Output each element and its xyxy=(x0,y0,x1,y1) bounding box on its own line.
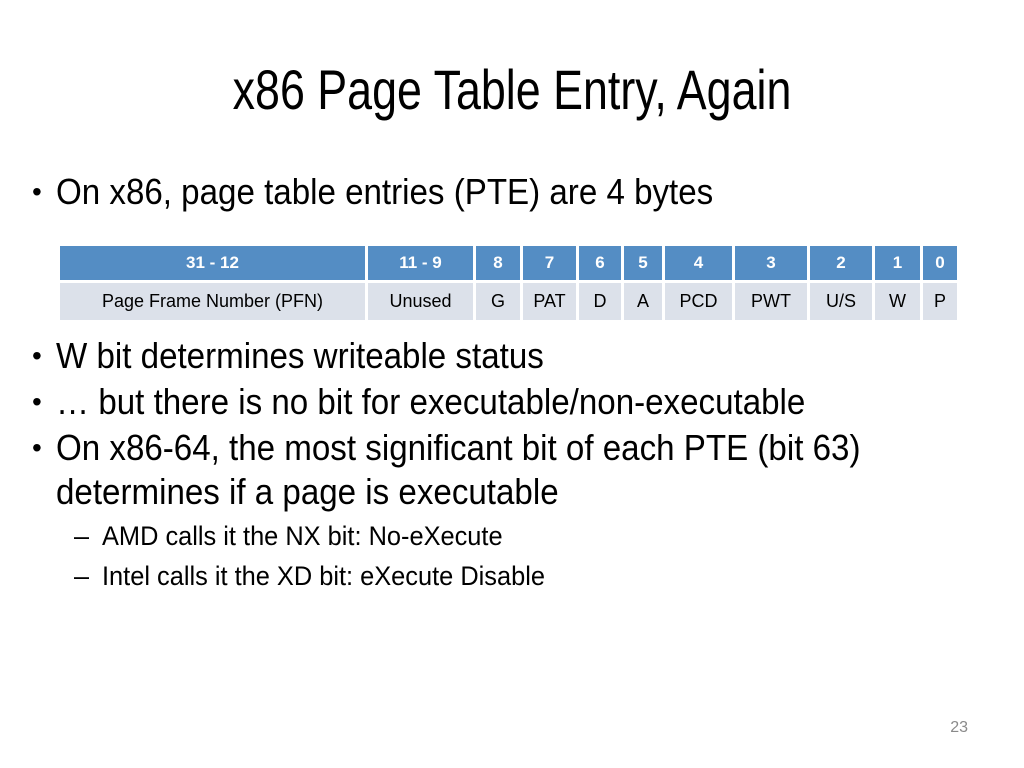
sub-bullet-item: – AMD calls it the NX bit: No-eXecute xyxy=(74,516,1011,556)
pte-field-name-cell: PCD xyxy=(665,283,732,320)
bullet-block-1: • On x86, page table entries (PTE) are 4… xyxy=(26,170,1011,214)
sub-bullet-text: AMD calls it the NX bit: No-eXecute xyxy=(102,521,503,551)
sub-bullet-item: – Intel calls it the XD bit: eXecute Dis… xyxy=(74,556,1011,596)
bullet-marker-icon: • xyxy=(32,386,42,417)
bullet-marker-icon: • xyxy=(32,340,42,371)
bullet-text: W bit determines writeable status xyxy=(56,335,544,376)
pte-bit-range-cell: 11 - 9 xyxy=(368,246,473,280)
pte-bit-range-cell: 3 xyxy=(735,246,807,280)
pte-bit-range-cell: 5 xyxy=(624,246,662,280)
pte-bit-range-cell: 31 - 12 xyxy=(60,246,365,280)
bullet-text: On x86-64, the most significant bit of e… xyxy=(56,427,861,512)
bullet-item: • … but there is no bit for executable/n… xyxy=(26,380,1011,424)
pte-bit-range-cell: 2 xyxy=(810,246,872,280)
pte-field-name-cell: A xyxy=(624,283,662,320)
pte-field-name-cell: Unused xyxy=(368,283,473,320)
dash-marker-icon: – xyxy=(74,521,90,551)
bullet-item: • On x86-64, the most significant bit of… xyxy=(26,426,1011,514)
pte-bit-layout-table: 31 - 12 11 - 9876543210 Page Frame Number… xyxy=(60,246,957,320)
pte-table-header-row: 31 - 12 11 - 9876543210 xyxy=(60,246,957,280)
slide-body: • On x86, page table entries (PTE) are 4… xyxy=(26,170,1011,596)
pte-field-name-cell: Page Frame Number (PFN) xyxy=(60,283,365,320)
pte-field-name-cell: PAT xyxy=(523,283,576,320)
pte-field-name-cell: P xyxy=(923,283,957,320)
page-number: 23 xyxy=(950,719,968,736)
slide: x86 Page Table Entry, Again • On x86, pa… xyxy=(0,0,1024,768)
dash-marker-icon: – xyxy=(74,561,90,591)
pte-bit-range-cell: 7 xyxy=(523,246,576,280)
pte-table-value-row: Page Frame Number (PFN) Unused G PAT D A PCD PW… xyxy=(60,283,957,320)
pte-field-name-cell: D xyxy=(579,283,621,320)
pte-bit-range-cell: 6 xyxy=(579,246,621,280)
sub-bullet-text: Intel calls it the XD bit: eXecute Disab… xyxy=(102,561,545,591)
pte-bit-range-cell: 8 xyxy=(476,246,520,280)
pte-field-name-cell: U/S xyxy=(810,283,872,320)
bullet-marker-icon: • xyxy=(32,432,42,463)
pte-bit-range-cell: 0 xyxy=(923,246,957,280)
bullet-item: • On x86, page table entries (PTE) are 4… xyxy=(26,170,1011,214)
pte-bit-range-cell: 4 xyxy=(665,246,732,280)
bullet-block-2: • W bit determines writeable status • … … xyxy=(26,334,1011,596)
pte-field-name-cell: PWT xyxy=(735,283,807,320)
page-title: x86 Page Table Entry, Again xyxy=(232,58,792,121)
bullet-item: • W bit determines writeable status xyxy=(26,334,1011,378)
pte-field-name-cell: W xyxy=(875,283,920,320)
bullet-text: … but there is no bit for executable/non… xyxy=(56,381,806,422)
pte-field-name-cell: G xyxy=(476,283,520,320)
bullet-marker-icon: • xyxy=(32,176,42,207)
bullet-text: On x86, page table entries (PTE) are 4 b… xyxy=(56,171,714,212)
pte-bit-range-cell: 1 xyxy=(875,246,920,280)
